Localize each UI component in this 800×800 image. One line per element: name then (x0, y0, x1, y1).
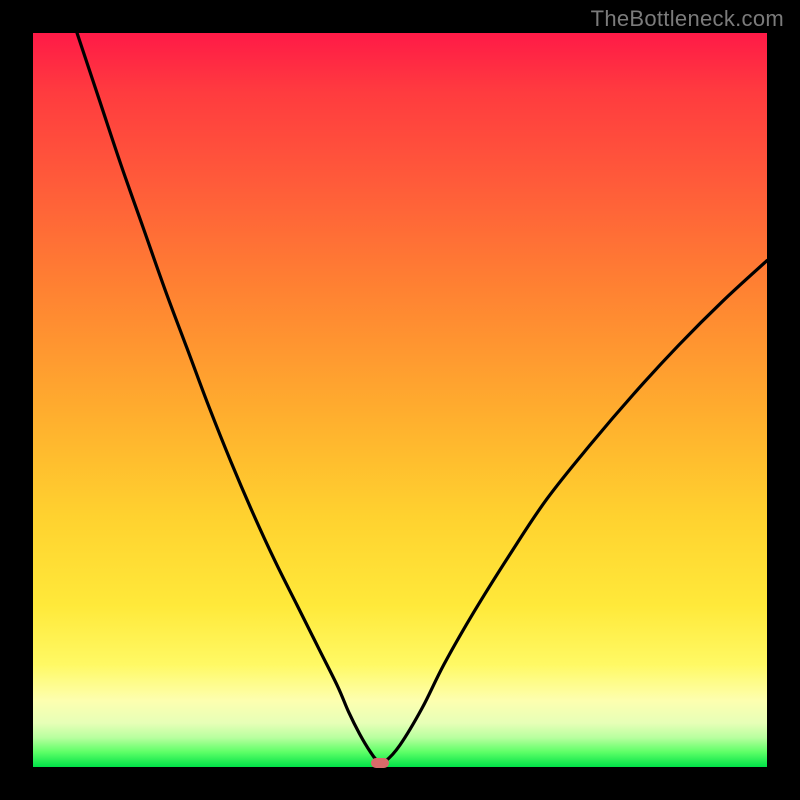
watermark-text: TheBottleneck.com (591, 6, 784, 32)
bottleneck-curve (33, 33, 767, 767)
chart-frame: TheBottleneck.com (0, 0, 800, 800)
plot-area (33, 33, 767, 767)
min-marker (371, 758, 389, 768)
